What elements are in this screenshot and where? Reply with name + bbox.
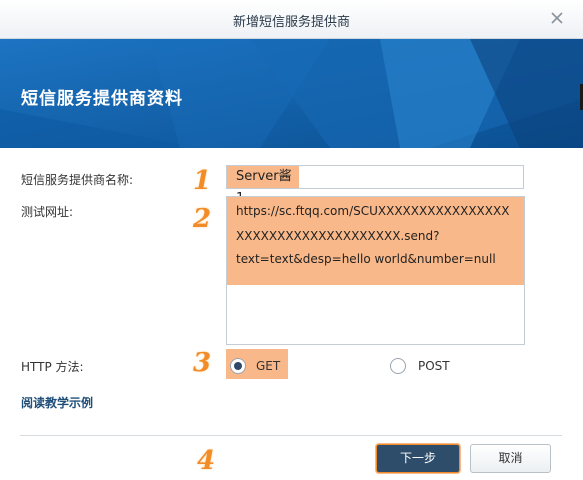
- tutorial-link[interactable]: 阅读教学示例: [21, 394, 93, 411]
- dialog-title: 新增短信服务提供商: [232, 15, 350, 30]
- test-url-label: 测试网址:: [21, 205, 74, 219]
- provider-name-value: Server酱1: [227, 166, 299, 206]
- provider-name-input[interactable]: Server酱1: [226, 165, 524, 206]
- provider-name-label: 短信服务提供商名称:: [21, 173, 134, 187]
- footer-divider: [20, 435, 562, 436]
- page-heading: 短信服务提供商资料: [21, 89, 183, 109]
- step-annotation-4: 4: [197, 446, 216, 476]
- step-annotation-2: 2: [193, 204, 212, 234]
- step-annotation-1: 1: [193, 166, 212, 196]
- close-icon[interactable]: [549, 10, 565, 26]
- header-banner: 短信服务提供商资料: [0, 39, 583, 148]
- step-annotation-3: 3: [193, 348, 212, 378]
- next-button[interactable]: 下一步: [376, 444, 460, 473]
- url-line-2: XXXXXXXXXXXXXXXXXXXX.send?: [236, 229, 440, 243]
- get-radio[interactable]: [230, 358, 246, 374]
- post-radio[interactable]: [390, 358, 406, 374]
- post-radio-label[interactable]: POST: [418, 359, 450, 373]
- url-line-3: text=text&desp=hello world&number=null: [236, 252, 496, 266]
- url-line-1: https://sc.ftqq.com/SCUXXXXXXXXXXXXXXXX: [236, 204, 510, 218]
- dialog-titlebar: 新增短信服务提供商: [0, 0, 583, 39]
- cancel-button[interactable]: 取消: [470, 444, 551, 473]
- get-radio-label[interactable]: GET: [256, 359, 280, 373]
- test-url-textarea[interactable]: https://sc.ftqq.com/SCUXXXXXXXXXXXXXXXX …: [226, 196, 525, 345]
- http-method-label: HTTP 方法:: [21, 360, 84, 374]
